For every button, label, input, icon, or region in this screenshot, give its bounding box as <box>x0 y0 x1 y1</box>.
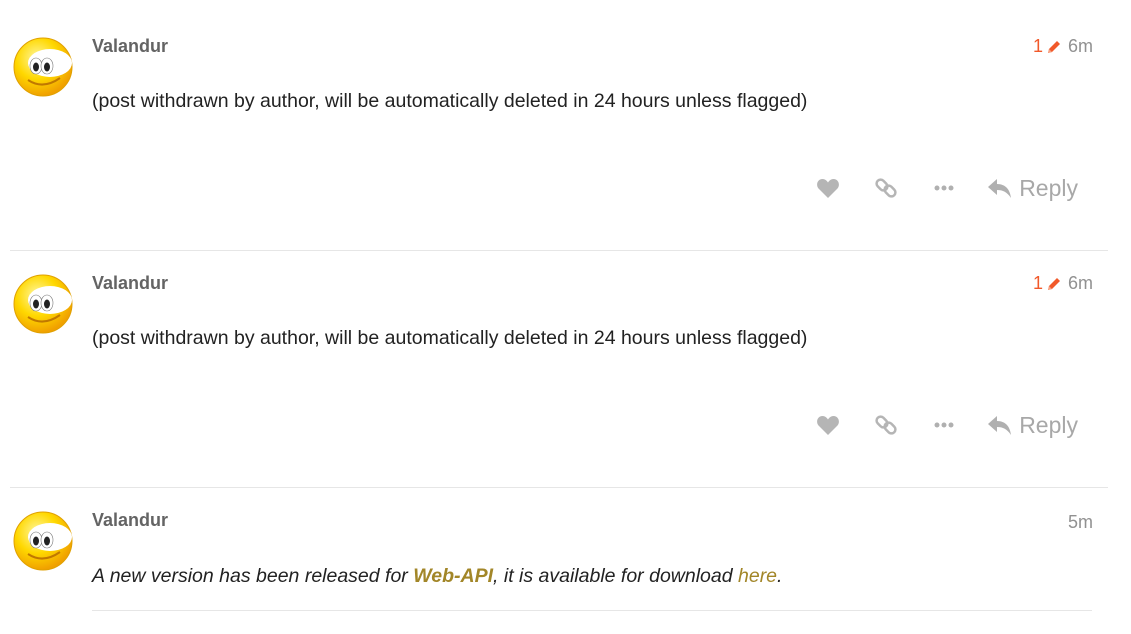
post: Valandur 1 6m (post withdrawn by author,… <box>0 237 1131 487</box>
post-date[interactable]: 5m <box>1068 512 1093 533</box>
post-body: (post withdrawn by author, will be autom… <box>92 90 808 112</box>
topic-post-stream: Valandur 1 6m (post withdrawn by author,… <box>0 0 1131 634</box>
heart-icon <box>817 179 840 198</box>
edit-count: 1 <box>1032 273 1043 293</box>
post-body: A new version has been released for Web-… <box>92 565 782 588</box>
post-body: (post withdrawn by author, will be autom… <box>92 327 808 349</box>
show-more-actions-button[interactable] <box>915 405 973 445</box>
ellipsis-icon <box>934 422 954 428</box>
edit-count: 1 <box>1032 36 1043 56</box>
post-body-text: A new version has been released for <box>92 565 414 587</box>
post-body-text: . <box>777 565 783 587</box>
avatar[interactable] <box>12 273 74 335</box>
reply-arrow-icon <box>988 416 1012 435</box>
reply-button[interactable]: Reply <box>987 175 1078 202</box>
web-api-link[interactable]: Web-API <box>413 565 493 587</box>
edit-history-button[interactable]: 1 <box>1033 273 1062 294</box>
download-link[interactable]: here <box>738 565 777 587</box>
post-username[interactable]: Valandur <box>92 510 168 531</box>
like-button[interactable] <box>799 405 857 445</box>
pencil-icon <box>1047 40 1060 53</box>
post-actions: Reply <box>799 405 1078 445</box>
share-link-button[interactable] <box>857 405 915 445</box>
pencil-icon <box>1047 277 1060 290</box>
edit-history-button[interactable]: 1 <box>1033 36 1062 57</box>
reply-label: Reply <box>1019 411 1078 438</box>
heart-icon <box>817 416 840 435</box>
post-username[interactable]: Valandur <box>92 36 168 57</box>
like-button[interactable] <box>799 168 857 208</box>
post-date[interactable]: 6m <box>1068 36 1093 57</box>
share-link-button[interactable] <box>857 168 915 208</box>
post-username[interactable]: Valandur <box>92 273 168 294</box>
post-actions: Reply <box>799 168 1078 208</box>
post-body-divider <box>92 610 1092 611</box>
link-icon <box>875 415 897 435</box>
post-meta: 5m <box>1068 512 1093 533</box>
post-body-text: , it is available for download <box>493 565 738 587</box>
post-date[interactable]: 6m <box>1068 273 1093 294</box>
show-more-actions-button[interactable] <box>915 168 973 208</box>
reply-arrow-icon <box>988 179 1012 198</box>
ellipsis-icon <box>934 185 954 191</box>
post: Valandur 1 6m (post withdrawn by author,… <box>0 0 1131 250</box>
link-icon <box>875 178 897 198</box>
avatar[interactable] <box>12 36 74 98</box>
reply-button[interactable]: Reply <box>987 412 1078 439</box>
post-meta: 1 6m <box>1033 36 1093 57</box>
reply-label: Reply <box>1019 174 1078 201</box>
post-meta: 1 6m <box>1033 273 1093 294</box>
avatar[interactable] <box>12 510 74 572</box>
